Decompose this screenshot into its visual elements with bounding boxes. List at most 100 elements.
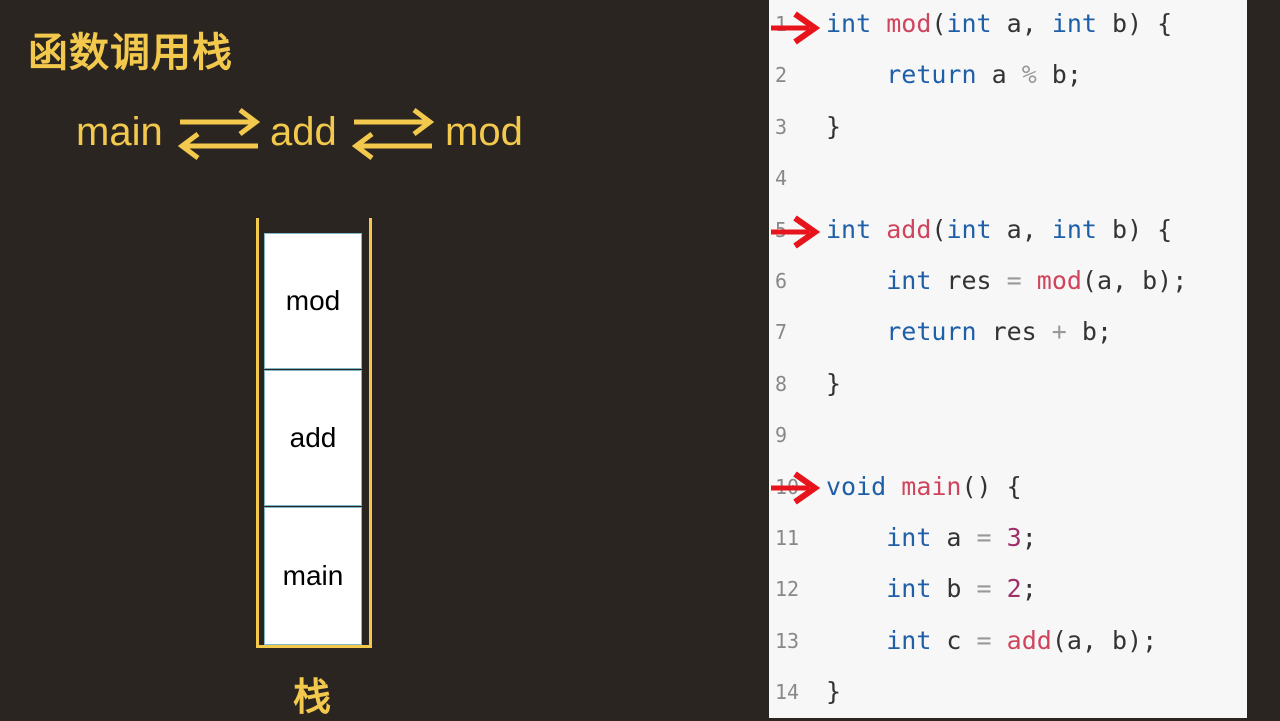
code-text: int res = mod(a, b); (826, 257, 1187, 305)
red-pointer-arrow-icon (771, 215, 821, 249)
code-token: int (946, 9, 992, 38)
red-pointer-arrow-icon (771, 471, 821, 505)
code-line: 12 int b = 2; (769, 565, 1247, 616)
code-line: 11 int a = 3; (769, 514, 1247, 565)
code-token: a (976, 60, 1022, 89)
code-line: 3} (769, 103, 1247, 154)
code-text: int c = add(a, b); (826, 617, 1157, 665)
code-token: int (1051, 9, 1097, 38)
code-token: b) { (1096, 9, 1173, 38)
line-number: 6 (775, 269, 788, 293)
code-line: 13 int c = add(a, b); (769, 617, 1247, 668)
code-token: mod (1036, 266, 1082, 295)
code-token: 2 (1006, 574, 1022, 603)
code-text: void main() { (826, 463, 1022, 511)
line-number: 14 (775, 680, 800, 704)
flow-main-label: main (76, 110, 163, 154)
code-token: = (976, 574, 992, 603)
line-number: 8 (775, 372, 788, 396)
code-token: b; (1066, 317, 1113, 346)
code-token: int (946, 215, 992, 244)
code-line: 10void main() { (769, 463, 1247, 514)
code-text: int b = 2; (826, 565, 1037, 613)
code-token: a, (991, 9, 1052, 38)
code-token: } (826, 112, 842, 141)
swap-arrows-icon (351, 108, 435, 160)
code-token: b; (1036, 60, 1082, 89)
code-token: = (976, 626, 992, 655)
code-text: int mod(int a, int b) { (826, 0, 1172, 48)
code-text: } (826, 360, 841, 408)
code-token: int (826, 215, 872, 244)
code-token: void (826, 472, 887, 501)
code-token: add (1006, 626, 1052, 655)
line-number: 3 (775, 115, 788, 139)
swap-arrows-icon (177, 108, 261, 160)
code-token: ( (931, 9, 947, 38)
stack-bottom (256, 645, 372, 648)
code-token: return (886, 317, 977, 346)
line-number: 12 (775, 577, 800, 601)
code-line: 8} (769, 360, 1247, 411)
code-line: 1 int mod(int a, int b) { (769, 0, 1247, 51)
line-number: 2 (775, 63, 788, 87)
code-token: } (826, 677, 842, 706)
code-token: (a, b); (1081, 266, 1188, 295)
line-number: 11 (775, 526, 800, 550)
code-token: } (826, 369, 842, 398)
code-line: 14} (769, 668, 1247, 718)
code-token: + (1051, 317, 1067, 346)
code-text: int a = 3; (826, 514, 1037, 562)
code-token: % (1021, 60, 1037, 89)
code-token: a (931, 523, 977, 552)
code-token: int (886, 574, 932, 603)
code-token: int (886, 266, 932, 295)
code-line: 9 (769, 411, 1247, 462)
line-number: 4 (775, 166, 788, 190)
code-token: = (976, 523, 992, 552)
code-token: b (931, 574, 977, 603)
code-token: res (931, 266, 1007, 295)
code-token: ; (1021, 574, 1037, 603)
code-token: int (886, 626, 932, 655)
stack-label: 栈 (293, 674, 332, 719)
stack-right-wall (369, 218, 372, 648)
line-number: 9 (775, 423, 788, 447)
code-line: 4 (769, 154, 1247, 205)
code-line: 2 return a % b; (769, 51, 1247, 102)
code-token: ( (931, 215, 947, 244)
flow-mod-label: mod (445, 110, 523, 154)
code-token: a, (991, 215, 1052, 244)
code-token: mod (886, 9, 932, 38)
stack-frame-add: add (264, 370, 362, 506)
code-token: int (886, 523, 932, 552)
code-text: return a % b; (826, 51, 1082, 99)
code-token: = (1006, 266, 1022, 295)
code-text: } (826, 668, 841, 716)
code-token: b) { (1096, 215, 1173, 244)
stack-frame-main: main (264, 507, 362, 645)
code-text: } (826, 103, 841, 151)
code-token: (a, b); (1051, 626, 1158, 655)
code-token: ; (1021, 523, 1037, 552)
code-line: 7 return res + b; (769, 308, 1247, 359)
code-token: res (976, 317, 1052, 346)
code-token: () { (961, 472, 1022, 501)
code-panel: 1 int mod(int a, int b) {2 return a % b; 3… (769, 0, 1247, 718)
code-token: c (931, 626, 977, 655)
code-token: 3 (1006, 523, 1022, 552)
code-text: int add(int a, int b) { (826, 206, 1172, 254)
code-line: 5int add(int a, int b) { (769, 206, 1247, 257)
code-text: return res + b; (826, 308, 1112, 356)
red-pointer-arrow-icon (771, 11, 821, 45)
